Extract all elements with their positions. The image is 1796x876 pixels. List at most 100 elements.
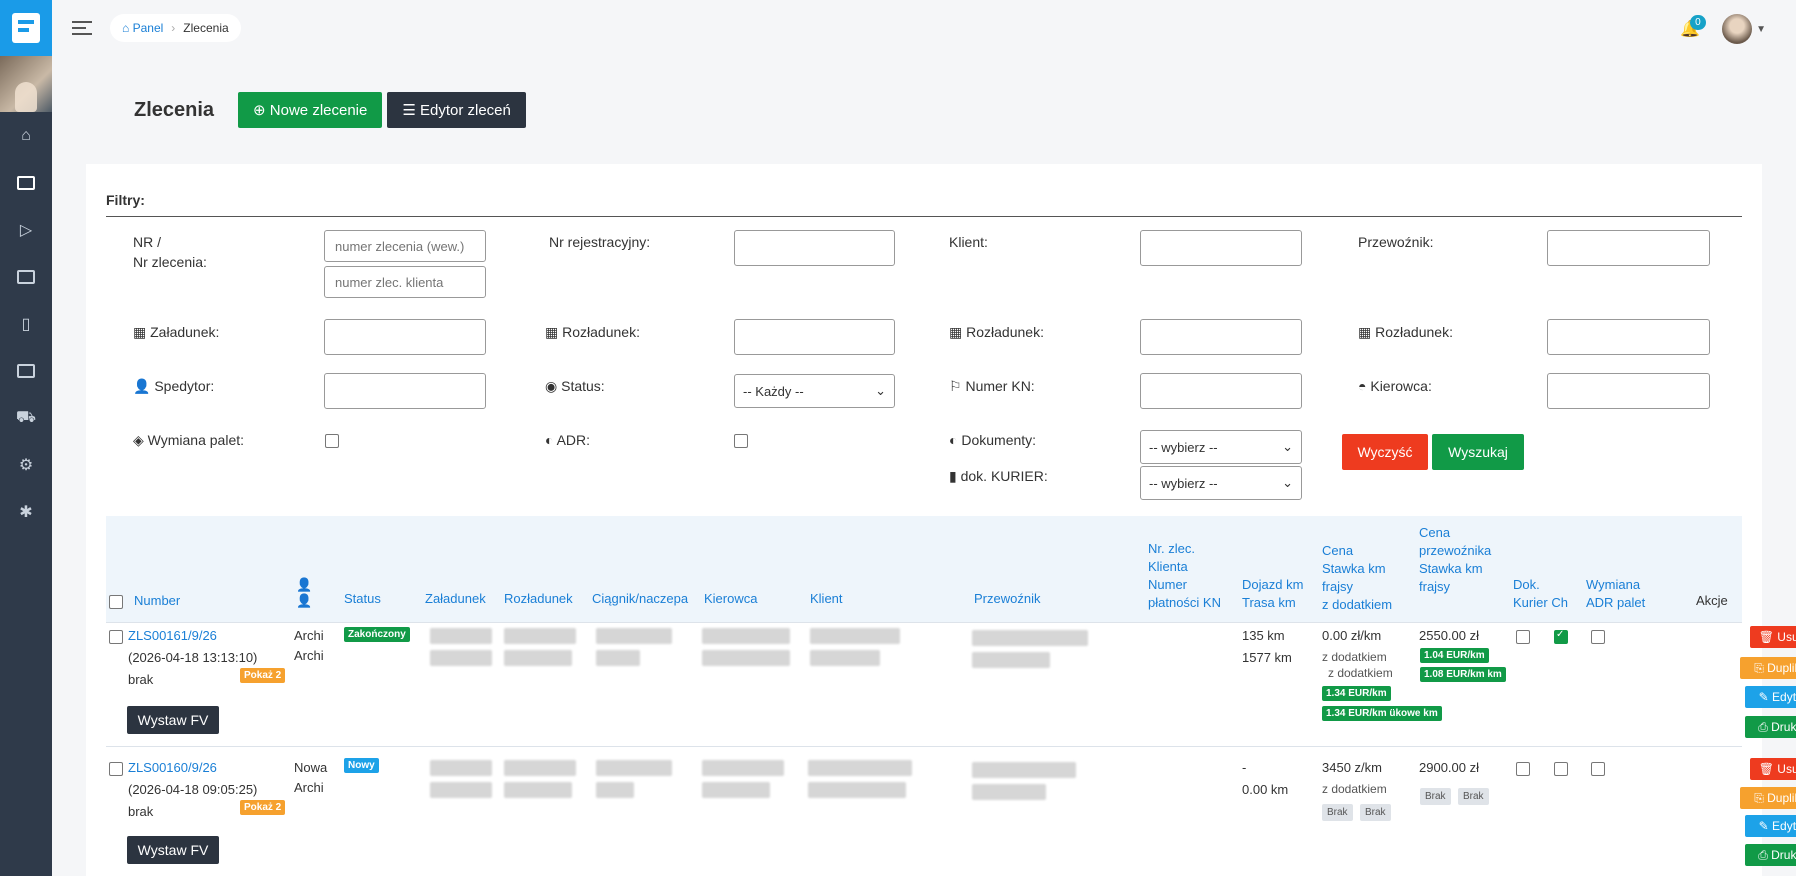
print-button[interactable]: ⎙ Drukuj bbox=[1745, 844, 1796, 866]
calendar-icon: ▦ bbox=[133, 324, 151, 340]
sidebar-item-play[interactable]: ▷ bbox=[0, 206, 52, 253]
breadcrumb-home-label[interactable]: Panel bbox=[133, 21, 164, 35]
clear-button[interactable]: Wyczyść bbox=[1342, 434, 1428, 470]
breadcrumb-home[interactable]: ⌂ Panel bbox=[122, 21, 163, 35]
redacted-tractor bbox=[596, 650, 640, 666]
menu-toggle-icon[interactable] bbox=[72, 17, 92, 39]
issue-invoice-button[interactable]: Wystaw FV bbox=[127, 706, 219, 734]
carrier-input[interactable] bbox=[1547, 230, 1710, 266]
redacted-client bbox=[808, 782, 906, 798]
nr-internal-input[interactable] bbox=[324, 230, 486, 262]
documents-label: ◐ Dokumenty: bbox=[949, 432, 1036, 448]
status-badge: Nowy bbox=[344, 758, 379, 773]
col-status[interactable]: Status bbox=[344, 590, 381, 608]
col-carrier-price-line1: Cena bbox=[1419, 525, 1451, 540]
print-label: Drukuj bbox=[1771, 848, 1796, 862]
edit-icon: ✎ bbox=[1758, 690, 1773, 704]
unloading-input-1[interactable] bbox=[734, 319, 895, 355]
carrier-label: Przewoźnik: bbox=[1358, 234, 1434, 250]
col-price-line1: Cena bbox=[1322, 543, 1354, 558]
ch-checkbox-checked[interactable] bbox=[1554, 629, 1568, 644]
ch-checkbox[interactable] bbox=[1554, 762, 1568, 776]
pallet-exchange-checkbox[interactable] bbox=[325, 434, 339, 448]
sidebar-item-settings[interactable]: ⚙ bbox=[0, 441, 52, 488]
col-tractor[interactable]: Ciągnik/naczepa bbox=[592, 590, 688, 608]
order-editor-button[interactable]: ☰ Edytor zleceń bbox=[387, 92, 526, 128]
redacted-client bbox=[808, 760, 912, 776]
col-client-order[interactable]: Nr. zlec. Klienta Numer płatności KN bbox=[1148, 540, 1221, 612]
driver-input[interactable] bbox=[1547, 373, 1710, 409]
sidebar-item-tools[interactable]: ✱ bbox=[0, 488, 52, 535]
nr-rej-input[interactable] bbox=[734, 230, 895, 266]
adr-checkbox[interactable] bbox=[734, 434, 748, 448]
eur-rate-2-value: 1.34 EUR/km bbox=[1326, 708, 1387, 719]
order-date: (2026-04-18 13:13:10) bbox=[128, 650, 258, 665]
pallet-exchange-label-text: Wymiana palet: bbox=[147, 432, 245, 448]
print-icon: ⎙ bbox=[1758, 719, 1772, 734]
missing-badge: Brak bbox=[1458, 788, 1489, 805]
nr-client-input[interactable] bbox=[324, 266, 486, 298]
col-pallets[interactable]: Wymiana ADR palet bbox=[1586, 576, 1645, 612]
print-button[interactable]: ⎙ Drukuj bbox=[1745, 716, 1796, 738]
sidebar-item-dashboard[interactable]: ⌂ bbox=[0, 112, 52, 159]
unloading-label-1: ▦ Rozładunek: bbox=[545, 324, 640, 341]
issue-invoice-button[interactable]: Wystaw FV bbox=[127, 836, 219, 864]
delete-button[interactable]: 🗑 Usuń bbox=[1750, 626, 1796, 648]
delete-button[interactable]: 🗑 Usuń bbox=[1750, 758, 1796, 780]
filters-title: Filtry: bbox=[106, 192, 145, 208]
duplicate-button[interactable]: ⎘ Duplikuj bbox=[1740, 787, 1796, 809]
loading-input[interactable] bbox=[324, 319, 486, 355]
col-carrier-price[interactable]: Cena przewoźnika Stawka km frajsy bbox=[1419, 524, 1491, 596]
delete-label: Usuń bbox=[1777, 630, 1796, 644]
unloading-input-3[interactable] bbox=[1547, 319, 1710, 355]
client-input[interactable] bbox=[1140, 230, 1302, 266]
user-avatar[interactable] bbox=[1722, 14, 1753, 44]
col-driver[interactable]: Kierowca bbox=[704, 590, 757, 608]
search-button[interactable]: Wyszukaj bbox=[1432, 434, 1524, 470]
courier-docs-select[interactable]: -- wybierz -- ⌄ bbox=[1140, 466, 1302, 500]
col-unloading[interactable]: Rozładunek bbox=[504, 590, 573, 608]
courier-checkbox[interactable] bbox=[1516, 630, 1530, 644]
col-client[interactable]: Klient bbox=[810, 590, 843, 608]
documents-select[interactable]: -- wybierz -- ⌄ bbox=[1140, 430, 1302, 464]
status-select[interactable]: -- Każdy -- ⌄ bbox=[734, 374, 895, 408]
order-number-link[interactable]: ZLS00161/9/26 bbox=[128, 628, 217, 643]
edit-button[interactable]: ✎ Edytuj bbox=[1745, 815, 1796, 837]
orders-card: Filtry: NR / Nr zlecenia: Nr rejestracyj… bbox=[86, 164, 1796, 876]
pallet-checkbox[interactable] bbox=[1591, 630, 1605, 644]
col-client-order-line1: Nr. zlec. bbox=[1148, 541, 1195, 556]
col-loading[interactable]: Załadunek bbox=[425, 590, 486, 608]
notifications-button[interactable]: 🔔 0 bbox=[1680, 15, 1706, 39]
show-more-badge[interactable]: Pokaż 2 bbox=[240, 800, 286, 815]
calendar-icon: ▦ bbox=[949, 324, 967, 340]
new-order-button[interactable]: ⊕ Nowe zlecenie bbox=[238, 92, 383, 128]
app-logo[interactable] bbox=[0, 0, 52, 56]
col-courier-docs[interactable]: Dok. Kurier Ch bbox=[1513, 576, 1568, 612]
courier-checkbox[interactable] bbox=[1516, 762, 1530, 776]
sidebar-item-transport[interactable]: ⛟ bbox=[0, 394, 52, 441]
caret-down-icon[interactable]: ▼ bbox=[1756, 24, 1766, 35]
sidebar-item-business[interactable] bbox=[0, 347, 52, 394]
col-number[interactable]: Number bbox=[134, 592, 180, 610]
order-number-link[interactable]: ZLS00160/9/26 bbox=[128, 760, 217, 775]
col-price[interactable]: Cena Stawka km frajsy z dodatkiem bbox=[1322, 542, 1392, 614]
sidebar-item-orders[interactable] bbox=[0, 159, 52, 206]
show-more-badge[interactable]: Pokaż 2 bbox=[240, 668, 286, 683]
sidebar-item-documents[interactable]: ▯ bbox=[0, 300, 52, 347]
edit-button[interactable]: ✎ Edytuj bbox=[1745, 686, 1796, 708]
kn-input[interactable] bbox=[1140, 373, 1302, 409]
duplicate-button[interactable]: ⎘ Duplikuj bbox=[1740, 657, 1796, 679]
home-icon: ⌂ bbox=[122, 21, 133, 35]
pallet-checkbox[interactable] bbox=[1591, 762, 1605, 776]
sidebar-item-finance[interactable] bbox=[0, 253, 52, 300]
row-checkbox[interactable] bbox=[109, 630, 123, 644]
kn-label: ⚐ Numer KN: bbox=[949, 378, 1035, 395]
forwarder-input[interactable] bbox=[324, 373, 486, 409]
col-carrier[interactable]: Przewoźnik bbox=[974, 590, 1040, 608]
sidebar-avatar[interactable] bbox=[0, 56, 52, 112]
unloading-input-2[interactable] bbox=[1140, 319, 1302, 355]
select-all-checkbox[interactable] bbox=[109, 595, 123, 609]
row-checkbox[interactable] bbox=[109, 762, 123, 776]
duplicate-label: Duplikuj bbox=[1767, 791, 1796, 805]
col-distance[interactable]: Dojazd km Trasa km bbox=[1242, 576, 1303, 612]
